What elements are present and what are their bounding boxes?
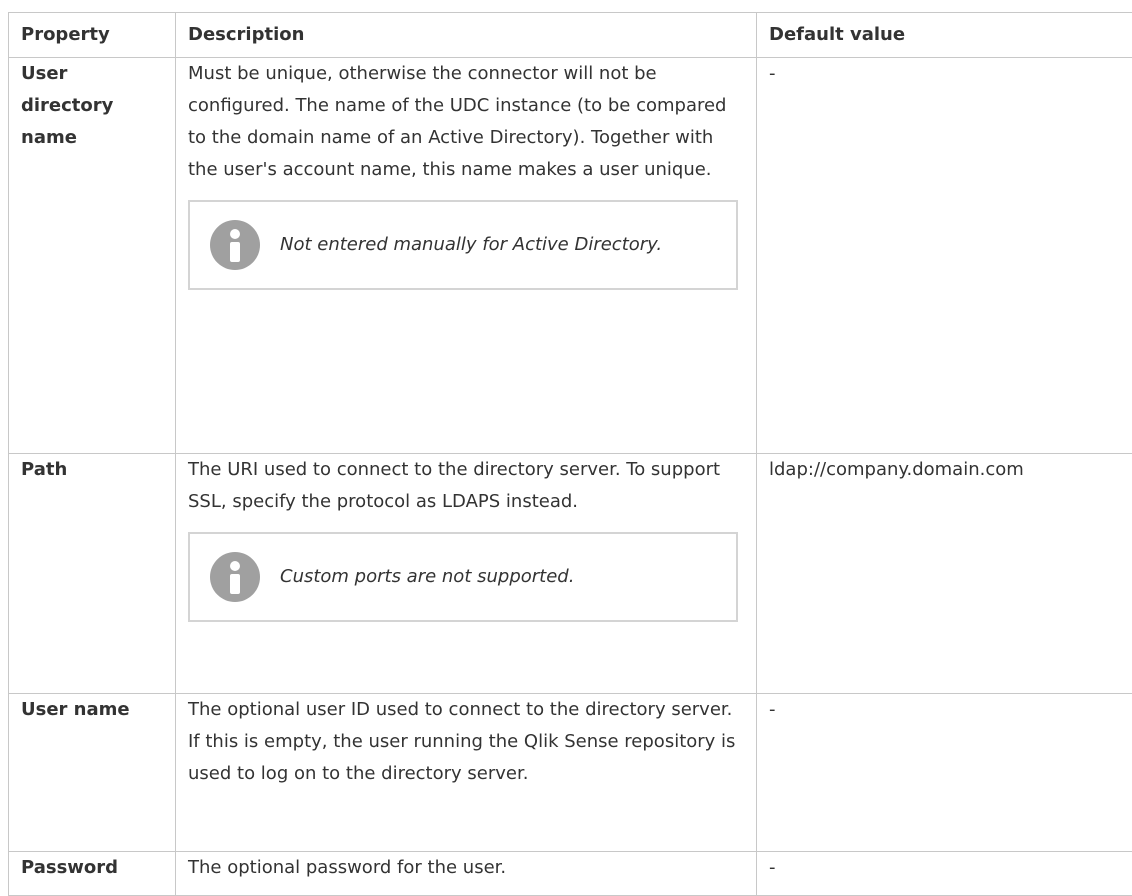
table-row: Path The URI used to connect to the dire… — [9, 454, 1132, 694]
property-description: The URI used to connect to the directory… — [188, 454, 744, 518]
table-header-row: Property Description Default value — [9, 13, 1132, 58]
column-header-description: Description — [176, 13, 757, 58]
column-header-property: Property — [9, 13, 176, 58]
property-name: User directory name — [9, 58, 176, 454]
table-row: Password The optional password for the u… — [9, 852, 1132, 896]
note-text: Not entered manually for Active Director… — [280, 229, 662, 261]
property-description: Must be unique, otherwise the connector … — [188, 58, 744, 186]
note-box: Not entered manually for Active Director… — [188, 200, 738, 290]
default-value: - — [757, 58, 1132, 454]
info-icon — [210, 552, 260, 602]
default-value: - — [757, 852, 1132, 896]
property-description-cell: The URI used to connect to the directory… — [176, 454, 757, 694]
note-text: Custom ports are not supported. — [280, 561, 574, 593]
property-name: Path — [9, 454, 176, 694]
properties-table: Property Description Default value User … — [8, 12, 1132, 896]
default-value: - — [757, 694, 1132, 852]
table-row: User directory name Must be unique, othe… — [9, 58, 1132, 454]
note-box: Custom ports are not supported. — [188, 532, 738, 622]
property-description: The optional password for the user. — [176, 852, 757, 896]
property-name: Password — [9, 852, 176, 896]
property-description: The optional user ID used to connect to … — [176, 694, 757, 852]
default-value: ldap://company.domain.com — [757, 454, 1132, 694]
table-row: User name The optional user ID used to c… — [9, 694, 1132, 852]
property-name: User name — [9, 694, 176, 852]
column-header-default-value: Default value — [757, 13, 1132, 58]
property-description-cell: Must be unique, otherwise the connector … — [176, 58, 757, 454]
info-icon — [210, 220, 260, 270]
